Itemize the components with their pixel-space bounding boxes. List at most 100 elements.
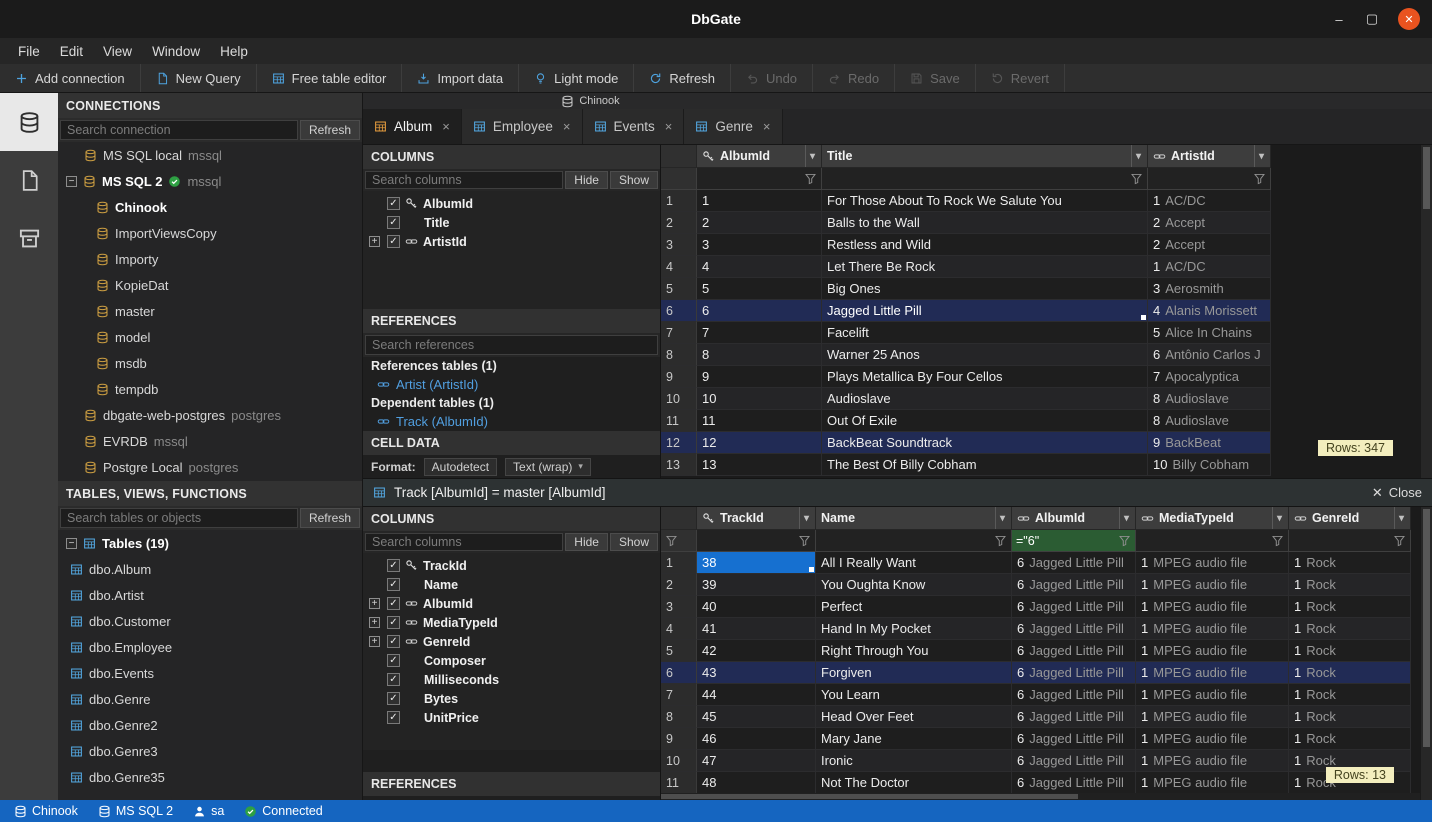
chevron-down-icon[interactable]: ▾	[805, 145, 819, 167]
checkbox-checked[interactable]: ✓	[387, 216, 400, 229]
checkbox-checked[interactable]: ✓	[387, 235, 400, 248]
database-item-kopiedat[interactable]: KopieDat	[58, 272, 362, 298]
track-cell[interactable]: 1Rock	[1289, 552, 1411, 574]
row-number[interactable]: 12	[661, 432, 697, 454]
album-cell[interactable]: 7	[697, 322, 822, 344]
close-reference-button[interactable]: ✕ Close	[1372, 485, 1422, 501]
files-nav-icon[interactable]	[0, 151, 58, 209]
connections-nav-icon[interactable]	[0, 93, 58, 151]
database-item-importy[interactable]: Importy	[58, 246, 362, 272]
album-cell[interactable]: For Those About To Rock We Salute You	[822, 190, 1148, 212]
album-cell[interactable]: 10Billy Cobham	[1148, 454, 1271, 476]
minimize-button[interactable]: –	[1332, 12, 1346, 27]
track-filter-trackid[interactable]	[697, 530, 816, 552]
track-column-bytes[interactable]: ✓Bytes	[363, 689, 660, 708]
row-number[interactable]: 1	[661, 190, 697, 212]
album-grid-corner[interactable]	[661, 145, 697, 168]
toolbar-redo-button[interactable]: Redo	[813, 64, 895, 92]
connection-item-ms-sql-local[interactable]: MS SQL localmssql	[58, 142, 362, 168]
track-cell[interactable]: 6Jagged Little Pill	[1012, 596, 1136, 618]
track-cell[interactable]: 1Rock	[1289, 618, 1411, 640]
track-column-header-mediatypeid[interactable]: MediaTypeId▾	[1136, 507, 1289, 530]
track-cell[interactable]: Head Over Feet	[816, 706, 1012, 728]
track-cell[interactable]: 1MPEG audio file	[1136, 574, 1289, 596]
track-column-albumid[interactable]: +✓AlbumId	[363, 594, 660, 613]
track-column-unitprice[interactable]: ✓UnitPrice	[363, 708, 660, 727]
track-cell[interactable]: 1MPEG audio file	[1136, 706, 1289, 728]
row-number[interactable]: 11	[661, 772, 697, 794]
checkbox-checked[interactable]: ✓	[387, 692, 400, 705]
album-cell[interactable]: 4	[697, 256, 822, 278]
row-number[interactable]: 6	[661, 300, 697, 322]
row-number[interactable]: 9	[661, 728, 697, 750]
album-column-artistid[interactable]: +✓ArtistId	[363, 232, 660, 251]
checkbox-checked[interactable]: ✓	[387, 616, 400, 629]
album-cell[interactable]: Restless and Wild	[822, 234, 1148, 256]
row-number[interactable]: 5	[661, 278, 697, 300]
connection-item-evrdb[interactable]: EVRDBmssql	[58, 428, 362, 454]
chevron-down-icon[interactable]: ▾	[1254, 145, 1268, 167]
track-cell[interactable]: You Oughta Know	[816, 574, 1012, 596]
status-chinook[interactable]: Chinook	[4, 804, 88, 818]
track-filter-mediatypeid[interactable]	[1136, 530, 1289, 552]
row-number[interactable]: 10	[661, 388, 697, 410]
chevron-down-icon[interactable]: ▾	[1131, 145, 1145, 167]
track-cell[interactable]: 1MPEG audio file	[1136, 552, 1289, 574]
track-cell[interactable]: 41	[697, 618, 816, 640]
track-cell[interactable]: 1Rock	[1289, 662, 1411, 684]
track-cell[interactable]: 6Jagged Little Pill	[1012, 574, 1136, 596]
album-cell[interactable]: 10	[697, 388, 822, 410]
search-columns-input[interactable]	[365, 171, 563, 189]
track-cell[interactable]: 6Jagged Little Pill	[1012, 552, 1136, 574]
toolbar-light-mode-button[interactable]: Light mode	[519, 64, 634, 92]
track-cell[interactable]: 6Jagged Little Pill	[1012, 662, 1136, 684]
album-cell[interactable]: 7Apocalyptica	[1148, 366, 1271, 388]
track-cell[interactable]: 1Rock	[1289, 728, 1411, 750]
search-connection-input[interactable]	[60, 120, 298, 140]
connection-item-postgre-local[interactable]: Postgre Localpostgres	[58, 454, 362, 480]
status-connected[interactable]: Connected	[234, 804, 332, 818]
track-cell[interactable]: Not The Doctor	[816, 772, 1012, 794]
track-cell[interactable]: 1Rock	[1289, 596, 1411, 618]
album-cell[interactable]: 1AC/DC	[1148, 256, 1271, 278]
vertical-scrollbar[interactable]	[1420, 507, 1432, 800]
album-cell[interactable]: 5	[697, 278, 822, 300]
close-tab-icon[interactable]: ×	[763, 119, 771, 134]
close-tab-icon[interactable]: ×	[563, 119, 571, 134]
track-cell[interactable]: 1MPEG audio file	[1136, 750, 1289, 772]
track-cell[interactable]: 48	[697, 772, 816, 794]
checkbox-checked[interactable]: ✓	[387, 654, 400, 667]
tab-employee[interactable]: Employee×	[462, 109, 583, 144]
track-cell[interactable]: 6Jagged Little Pill	[1012, 772, 1136, 794]
album-cell[interactable]: 8	[697, 344, 822, 366]
track-cell[interactable]: 44	[697, 684, 816, 706]
table-item-dbo-events[interactable]: dbo.Events	[58, 660, 362, 686]
album-cell[interactable]: 5Alice In Chains	[1148, 322, 1271, 344]
table-item-dbo-album[interactable]: dbo.Album	[58, 556, 362, 582]
row-number[interactable]: 10	[661, 750, 697, 772]
database-item-chinook[interactable]: Chinook	[58, 194, 362, 220]
menu-view[interactable]: View	[93, 41, 142, 62]
row-number[interactable]: 3	[661, 596, 697, 618]
show-columns-button[interactable]: Show	[610, 171, 658, 189]
album-cell[interactable]: BackBeat Soundtrack	[822, 432, 1148, 454]
database-item-model[interactable]: model	[58, 324, 362, 350]
track-filter-albumid[interactable]: ="6"	[1012, 530, 1136, 552]
row-number[interactable]: 4	[661, 618, 697, 640]
track-cell[interactable]: Hand In My Pocket	[816, 618, 1012, 640]
album-cell[interactable]: 2Accept	[1148, 212, 1271, 234]
album-cell[interactable]: 3	[697, 234, 822, 256]
album-cell[interactable]: Warner 25 Anos	[822, 344, 1148, 366]
table-item-dbo-customer[interactable]: dbo.Customer	[58, 608, 362, 634]
track-cell[interactable]: 6Jagged Little Pill	[1012, 618, 1136, 640]
track-cell[interactable]: 42	[697, 640, 816, 662]
connection-item-ms-sql-2[interactable]: −MS SQL 2mssql	[58, 168, 362, 194]
track-filter-genreid[interactable]	[1289, 530, 1411, 552]
search-references-input[interactable]	[365, 335, 658, 355]
album-cell[interactable]: 13	[697, 454, 822, 476]
track-filter-name[interactable]	[816, 530, 1012, 552]
tab-events[interactable]: Events×	[583, 109, 685, 144]
checkbox-checked[interactable]: ✓	[387, 711, 400, 724]
menu-edit[interactable]: Edit	[50, 41, 93, 62]
album-column-header-albumid[interactable]: AlbumId▾	[697, 145, 822, 168]
